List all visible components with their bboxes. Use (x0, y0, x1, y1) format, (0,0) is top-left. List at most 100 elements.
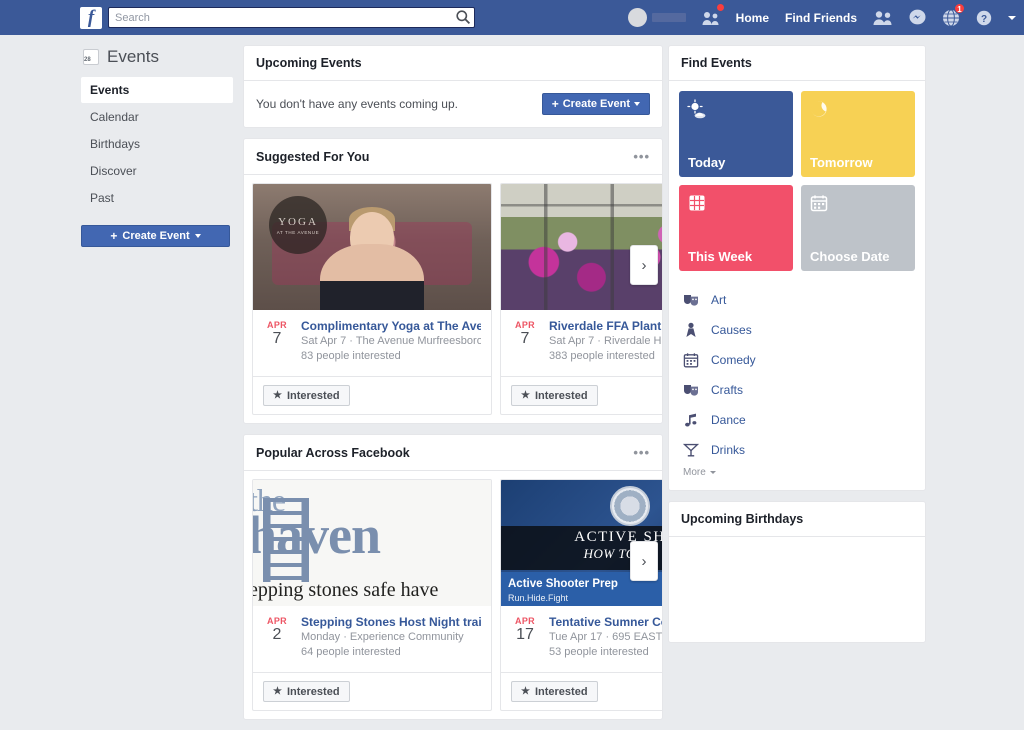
friend-requests-badge (715, 3, 725, 12)
event-photo-yoga: YOGA AT THE AVENUE (253, 184, 491, 310)
sidebar-item-past[interactable]: Past (81, 185, 233, 211)
interested-label: Interested (534, 389, 588, 402)
create-event-button-main[interactable]: + Create Event (541, 93, 650, 115)
ellipsis-icon[interactable]: ••• (633, 149, 650, 164)
tile-tomorrow[interactable]: Tomorrow (801, 91, 915, 177)
avatar (627, 8, 647, 27)
event-day: 7 (272, 330, 282, 347)
messenger-button[interactable] (901, 0, 934, 35)
upcoming-events-title: Upcoming Events (256, 56, 362, 70)
find-events-tiles: Today Tomorrow This Week Choose Date (669, 81, 925, 281)
category-label: Causes (711, 323, 752, 337)
popular-across-facebook-card: Popular Across Facebook ••• the haven ep… (243, 434, 663, 720)
event-date: APR 17 (511, 615, 539, 662)
event-title[interactable]: Complimentary Yoga at The Avenue (301, 319, 481, 334)
category-item-drinks[interactable]: Drinks (669, 435, 925, 465)
event-footer: ★ Interested (501, 672, 662, 710)
category-item-comedy[interactable]: Comedy (669, 345, 925, 375)
event-meta: Riverdale FFA Plant Sale Sat Apr 7 · Riv… (549, 319, 662, 366)
sidebar-item-birthdays[interactable]: Birthdays (81, 131, 233, 157)
search-button[interactable] (454, 9, 472, 27)
notifications-badge: 1 (954, 3, 965, 14)
notifications-button[interactable]: 1 (934, 0, 968, 35)
profile-menu-item[interactable] (620, 0, 694, 35)
tile-today[interactable]: Today (679, 91, 793, 177)
event-month: APR (267, 320, 287, 330)
friend-requests-button[interactable] (694, 0, 728, 35)
carousel-next-button[interactable]: › (630, 245, 658, 285)
sidebar-item-calendar[interactable]: Calendar (81, 104, 233, 130)
music-note-icon (685, 413, 697, 427)
interested-button[interactable]: ★ Interested (511, 385, 598, 406)
page-body: 28 Events Events Calendar Birthdays Disc… (0, 35, 1024, 720)
upcoming-birthdays-body (669, 537, 925, 642)
interested-label: Interested (534, 685, 588, 698)
nav-home[interactable]: Home (728, 0, 777, 35)
event-title[interactable]: Riverdale FFA Plant Sale (549, 319, 662, 334)
event-title[interactable]: Stepping Stones Host Night training (301, 615, 481, 630)
interested-label: Interested (286, 389, 340, 402)
carousel-next-button[interactable]: › (630, 541, 658, 581)
star-icon: ★ (273, 390, 282, 401)
sidebar-item-events[interactable]: Events (81, 77, 233, 103)
popular-carousel: the haven epping stones safe have APR 2 (244, 471, 662, 719)
yoga-logo-badge: YOGA AT THE AVENUE (269, 196, 327, 254)
grid-icon (689, 195, 705, 211)
upcoming-birthdays-card: Upcoming Birthdays (668, 501, 926, 643)
event-title[interactable]: Tentative Sumner County (549, 615, 662, 630)
sidebar-item-discover[interactable]: Discover (81, 158, 233, 184)
event-card[interactable]: APR 7 Riverdale FFA Plant Sale Sat Apr 7… (500, 183, 662, 415)
ellipsis-icon[interactable]: ••• (633, 445, 650, 460)
star-icon: ★ (273, 686, 282, 697)
event-card[interactable]: ACTIVE SH HOW TO RE Active Shooter Prep … (500, 479, 662, 711)
event-card[interactable]: YOGA AT THE AVENUE APR 7 Complimentary Y… (252, 183, 492, 415)
event-info: APR 7 Complimentary Yoga at The Avenue S… (253, 310, 491, 376)
friends-icon (873, 11, 892, 25)
event-info: APR 7 Riverdale FFA Plant Sale Sat Apr 7… (501, 310, 662, 376)
nav-home-label: Home (735, 10, 769, 25)
popular-title: Popular Across Facebook (256, 445, 410, 460)
category-item-art[interactable]: Art (669, 285, 925, 315)
facebook-logo[interactable]: f (80, 6, 102, 29)
event-footer: ★ Interested (253, 376, 491, 414)
haven-word-main: haven (253, 505, 381, 565)
event-footer: ★ Interested (501, 376, 662, 414)
interested-button[interactable]: ★ Interested (263, 385, 350, 406)
event-subtitle: Sat Apr 7 · Riverdale High (549, 335, 662, 347)
help-button[interactable]: ? (968, 0, 1000, 35)
create-event-label: Create Event (562, 98, 630, 110)
event-card[interactable]: the haven epping stones safe have APR 2 (252, 479, 492, 711)
category-label: Dance (711, 413, 746, 427)
event-meta: Tentative Sumner County Tue Apr 17 · 695… (549, 615, 662, 662)
left-sidebar: 28 Events Events Calendar Birthdays Disc… (81, 45, 233, 247)
profile-name-redacted (651, 13, 686, 22)
more-categories-button[interactable]: More (669, 465, 925, 482)
find-events-card: Find Events Today Tomorrow This Week Cho… (668, 45, 926, 491)
calendar-icon (810, 195, 828, 212)
create-event-button-sidebar[interactable]: + Create Event (81, 225, 230, 247)
star-icon: ★ (521, 686, 530, 697)
friends-button[interactable] (865, 0, 901, 35)
sun-icon (687, 99, 706, 119)
chevron-right-icon: › (641, 552, 647, 570)
chevron-right-icon: › (641, 256, 647, 274)
tile-tomorrow-label: Tomorrow (810, 155, 873, 170)
interested-button[interactable]: ★ Interested (511, 681, 598, 702)
moon-icon (811, 101, 827, 117)
nav-find-friends[interactable]: Find Friends (777, 0, 865, 35)
event-interested-count: 383 people interested (549, 350, 655, 362)
right-sidebar: Find Events Today Tomorrow This Week Cho… (668, 45, 926, 653)
category-item-crafts[interactable]: Crafts (669, 375, 925, 405)
account-menu-button[interactable] (1000, 0, 1024, 35)
event-day: 7 (520, 330, 530, 347)
category-item-dance[interactable]: Dance (669, 405, 925, 435)
popular-header: Popular Across Facebook ••• (244, 435, 662, 471)
category-item-causes[interactable]: Causes (669, 315, 925, 345)
interested-button[interactable]: ★ Interested (263, 681, 350, 702)
upcoming-birthdays-title: Upcoming Birthdays (681, 512, 804, 526)
event-date: APR 7 (511, 319, 539, 366)
calendar-icon-day: 28 (84, 57, 91, 63)
tile-choose-date[interactable]: Choose Date (801, 185, 915, 271)
tile-this-week[interactable]: This Week (679, 185, 793, 271)
search-input[interactable] (108, 7, 475, 28)
